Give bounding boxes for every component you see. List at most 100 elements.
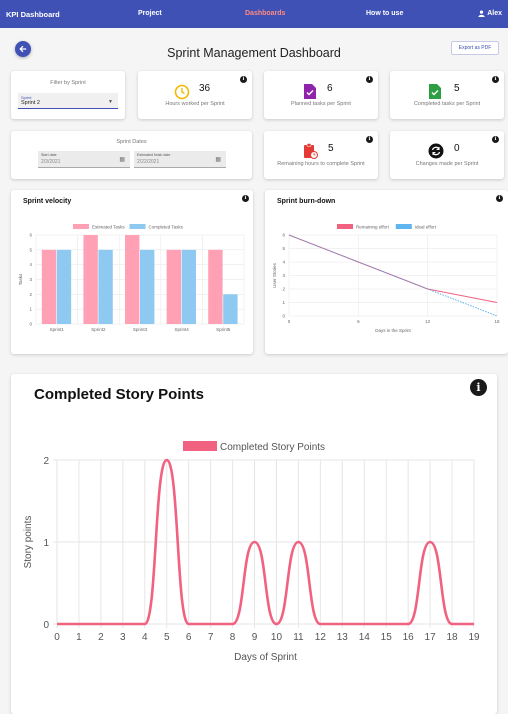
export-pdf-button[interactable]: Export as PDF bbox=[451, 41, 499, 55]
task-done-icon bbox=[429, 84, 441, 99]
y-tick-label: 2 bbox=[43, 456, 49, 467]
x-tick-label: Sprint2 bbox=[91, 327, 106, 332]
y-tick-label: 1 bbox=[43, 538, 49, 549]
x-tick-label: 19 bbox=[468, 632, 480, 643]
x-tick-label: 12 bbox=[315, 632, 327, 643]
y-tick-label: 3 bbox=[282, 273, 285, 278]
x-tick-label: Sprint1 bbox=[50, 327, 65, 332]
y-tick-label: 2 bbox=[29, 292, 32, 297]
legend-swatch bbox=[183, 441, 217, 451]
y-tick-label: 6 bbox=[282, 233, 285, 238]
story-points-card: Completed Story Points i 0 1 2 0 1 2 3 4 5 6 7 8 9 10… bbox=[11, 374, 497, 714]
bar bbox=[208, 249, 223, 324]
x-tick-label: 15 bbox=[381, 632, 393, 643]
legend-label: Estimated Tasks bbox=[92, 225, 125, 230]
top-navbar: KPI Dashboard Project Dashboards How to … bbox=[0, 0, 508, 28]
y-tick-label: 4 bbox=[29, 262, 32, 267]
legend-label: Ideal effort bbox=[415, 225, 437, 230]
x-tick-label: 7 bbox=[208, 632, 214, 643]
nav-how-to-use[interactable]: How to use bbox=[366, 10, 403, 17]
legend-label: Remaining effort bbox=[356, 225, 390, 230]
finish-date-field[interactable]: Estimated finish date 2/22/2021 ▦ bbox=[134, 151, 226, 168]
x-tick-label: Sprint3 bbox=[133, 327, 148, 332]
y-tick-label: 0 bbox=[43, 620, 49, 631]
calendar-icon[interactable]: ▦ bbox=[215, 156, 221, 163]
bar bbox=[41, 249, 57, 324]
start-date-field[interactable]: Start date 2/3/2021 ▦ bbox=[38, 151, 130, 168]
y-tick-label: 4 bbox=[282, 260, 285, 265]
sync-icon bbox=[428, 143, 444, 159]
kpi-remaining-card: 5 Remaining hours to complete Sprint i bbox=[264, 131, 378, 179]
filter-title: Filter by Sprint bbox=[50, 80, 86, 86]
calendar-icon[interactable]: ▦ bbox=[119, 156, 125, 163]
bar bbox=[125, 235, 140, 324]
x-tick-label: 0 bbox=[54, 632, 60, 643]
kpi-changes-card: 0 Changes made per Sprint i bbox=[390, 131, 504, 179]
x-tick-label: 10 bbox=[271, 632, 283, 643]
legend-swatch bbox=[337, 224, 353, 229]
x-tick-label: 6 bbox=[186, 632, 192, 643]
sprint-dates-card: Sprint Dates Start date 2/3/2021 ▦ Estim… bbox=[11, 131, 252, 179]
dropdown-arrow-icon: ▼ bbox=[108, 99, 113, 105]
info-icon[interactable]: i bbox=[240, 76, 247, 83]
y-tick-label: 0 bbox=[29, 322, 32, 327]
sprint-select[interactable]: Sprint Sprint 2 ▼ bbox=[18, 93, 118, 109]
nav-project[interactable]: Project bbox=[138, 10, 162, 17]
legend-label: Completed Tasks bbox=[149, 225, 184, 230]
kpi-changes-label: Changes made per Sprint bbox=[415, 161, 479, 167]
x-axis-label: Days in the Sprint bbox=[375, 328, 411, 333]
x-tick-label: Sprint5 bbox=[216, 327, 231, 332]
x-tick-label: 5 bbox=[164, 632, 170, 643]
info-icon[interactable]: i bbox=[492, 136, 499, 143]
filter-card: Filter by Sprint Sprint Sprint 2 ▼ bbox=[11, 71, 125, 119]
bar bbox=[223, 294, 238, 324]
x-tick-label: 14 bbox=[359, 632, 371, 643]
task-file-icon bbox=[304, 84, 316, 99]
start-date-label: Start date bbox=[41, 153, 57, 157]
kpi-planned-value: 6 bbox=[327, 83, 333, 94]
x-axis-label: Days of Sprint bbox=[234, 652, 297, 663]
x-tick-label: 12 bbox=[425, 319, 431, 324]
finish-date-label: Estimated finish date bbox=[137, 153, 171, 157]
x-tick-label: 8 bbox=[230, 632, 236, 643]
sprint-select-value: Sprint 2 bbox=[21, 100, 40, 106]
bar bbox=[166, 249, 181, 324]
user-icon bbox=[478, 10, 485, 17]
info-icon[interactable]: i bbox=[366, 136, 373, 143]
user-name: Alex bbox=[487, 10, 502, 17]
y-axis-label: Story points bbox=[23, 516, 34, 569]
x-tick-label: 1 bbox=[76, 632, 82, 643]
kpi-hours-label: Hours worked per Sprint bbox=[165, 101, 225, 107]
info-icon[interactable]: i bbox=[492, 76, 499, 83]
kpi-planned-label: Planned tasks per Sprint bbox=[291, 101, 351, 107]
y-tick-label: 6 bbox=[29, 233, 32, 238]
info-icon[interactable]: i bbox=[366, 76, 373, 83]
x-tick-label: 18 bbox=[446, 632, 458, 643]
x-tick-label: 17 bbox=[425, 632, 437, 643]
user-menu[interactable]: Alex bbox=[478, 10, 502, 17]
kpi-changes-value: 0 bbox=[454, 143, 460, 154]
brand-title[interactable]: KPI Dashboard bbox=[6, 10, 60, 19]
bar bbox=[98, 249, 113, 324]
story-points-chart: 0120 1 2 3 4 5 6 7 8 9 10 11 12 13 14 15 16 17 18 19Days of… bbox=[23, 441, 480, 663]
x-tick-label: 9 bbox=[252, 632, 258, 643]
y-tick-label: 2 bbox=[282, 287, 285, 292]
kpi-completed-value: 5 bbox=[454, 83, 460, 94]
sprint-burndown-card: Sprint burn-down i 0 1 2 3 4 5 6 0 6 12 18 Days in … bbox=[265, 190, 508, 354]
x-tick-label: Sprint4 bbox=[174, 327, 189, 332]
kpi-remaining-value: 5 bbox=[328, 143, 334, 154]
kpi-remaining-label: Remaining hours to complete Sprint bbox=[277, 161, 365, 167]
legend-swatch bbox=[73, 224, 89, 229]
nav-dashboards[interactable]: Dashboards bbox=[245, 10, 285, 17]
x-tick-label: 18 bbox=[494, 319, 500, 324]
y-tick-label: 5 bbox=[282, 246, 285, 251]
bar bbox=[56, 249, 72, 324]
y-axis-label: Tasks bbox=[18, 273, 23, 285]
finish-date-value: 2/22/2021 bbox=[137, 159, 160, 165]
bar bbox=[83, 235, 98, 324]
series-line bbox=[288, 234, 498, 303]
clipboard-clock-icon bbox=[304, 143, 318, 159]
sprint-dates-title: Sprint Dates bbox=[116, 139, 147, 145]
x-tick-label: 4 bbox=[142, 632, 148, 643]
x-tick-label: 6 bbox=[357, 319, 360, 324]
